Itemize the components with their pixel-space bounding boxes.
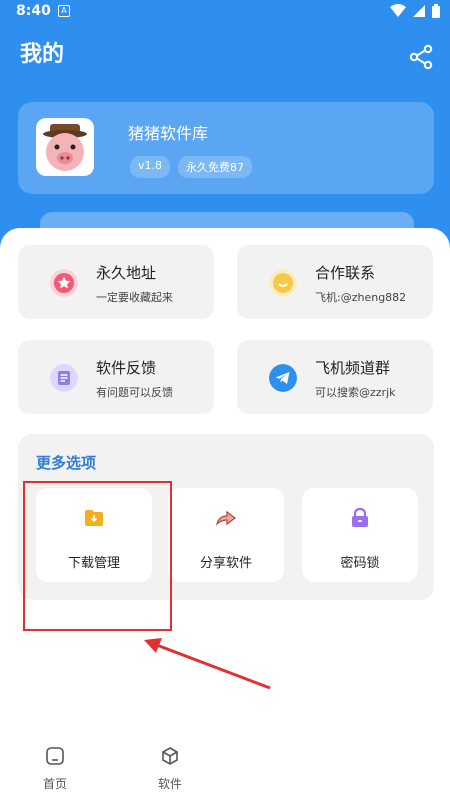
status-time: 8:40 xyxy=(16,3,51,19)
notification-icon: A xyxy=(58,5,70,17)
annotation-arrow xyxy=(144,638,271,690)
app-name: 猪猪软件库 xyxy=(128,124,209,143)
battery-icon xyxy=(432,4,440,18)
page-title: 我的 xyxy=(20,42,65,67)
wifi-icon xyxy=(390,4,406,17)
share-icon[interactable] xyxy=(408,44,434,70)
tile-telegram-channel[interactable]: 飞机频道群 可以搜索@zzrjk xyxy=(237,340,433,414)
share-arrow-icon xyxy=(215,510,236,526)
home-icon xyxy=(46,747,64,765)
tile-contact[interactable]: 合作联系 飞机:@zheng882 xyxy=(237,245,433,319)
profile-card[interactable]: 猪猪软件库 v1.8 永久免费87 xyxy=(18,102,434,194)
lock-icon xyxy=(352,507,368,527)
smile-icon xyxy=(269,269,297,297)
tag-badge: 永久免费87 xyxy=(178,156,253,178)
password-lock-button[interactable]: 密码锁 xyxy=(302,488,418,582)
tile-subtitle: 飞机:@zheng882 xyxy=(315,291,407,304)
version-badge: v1.8 xyxy=(130,156,171,178)
feedback-icon xyxy=(50,364,78,392)
pig-avatar-icon xyxy=(36,118,94,176)
nav-label: 软件 xyxy=(157,777,182,791)
tile-subtitle: 可以搜索@zzrjk xyxy=(315,386,396,399)
telegram-icon xyxy=(269,364,297,392)
signal-icon xyxy=(413,5,425,17)
box-icon xyxy=(162,747,178,765)
nav-home[interactable]: 首页 xyxy=(25,746,85,792)
star-icon xyxy=(50,269,78,297)
profile-badges: v1.8 永久免费87 xyxy=(130,156,253,178)
nav-label: 首页 xyxy=(42,777,67,791)
tile-permanent-address[interactable]: 永久地址 一定要收藏起来 xyxy=(18,245,214,319)
bottom-nav: 首页 软件 xyxy=(0,730,450,800)
highlight-box xyxy=(23,481,172,631)
tile-title: 飞机频道群 xyxy=(315,359,391,377)
tile-feedback[interactable]: 软件反馈 有问题可以反馈 xyxy=(18,340,214,414)
option-label: 分享软件 xyxy=(199,556,252,571)
more-options-title: 更多选项 xyxy=(36,454,97,472)
tile-subtitle: 一定要收藏起来 xyxy=(96,291,173,304)
status-icons xyxy=(390,4,440,18)
nav-software[interactable]: 软件 xyxy=(140,746,200,792)
status-bar: 8:40 A xyxy=(0,0,450,24)
share-software-button[interactable]: 分享软件 xyxy=(168,488,284,582)
tile-title: 合作联系 xyxy=(315,264,376,282)
tile-title: 永久地址 xyxy=(96,264,157,282)
option-label: 密码锁 xyxy=(340,556,380,571)
tile-title: 软件反馈 xyxy=(96,359,157,377)
tile-subtitle: 有问题可以反馈 xyxy=(96,386,173,399)
